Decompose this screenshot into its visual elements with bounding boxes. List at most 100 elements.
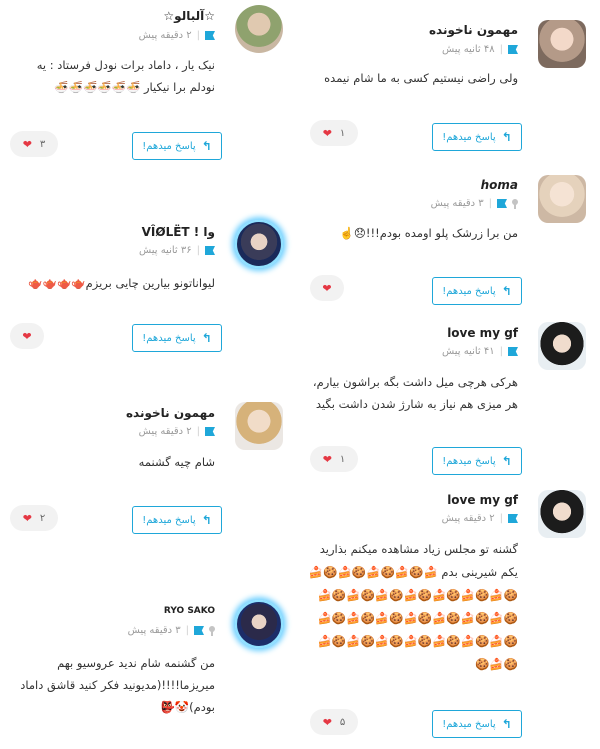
comment-card: love my gf | ۴۱ ثانیه پیش هرکی هرچی میل …	[300, 315, 600, 485]
heart-icon: ❤	[322, 126, 332, 140]
comment-text: لیواناتونو بیارین چایی بریزم🫖🫖🫖🫖	[28, 276, 215, 290]
like-button[interactable]: ❤ ۳	[10, 131, 58, 157]
comment-author[interactable]: مهمون ناخونده	[126, 406, 215, 420]
flag-icon	[205, 246, 215, 255]
comment-time: ۳ دقیقه پیش	[430, 198, 484, 209]
comment-meta: | ۳ دقیقه پیش	[431, 198, 518, 209]
flag-icon	[205, 427, 215, 436]
comment-author[interactable]: RYO SAKO	[164, 606, 215, 616]
comment-card: مهمون ناخونده | ۲ دقیقه پیش شام چیه گشنم…	[0, 355, 300, 535]
comment-text: هرکی هرچی میل داشت بگه براشون بیارم، هر …	[312, 375, 518, 411]
like-button[interactable]: ❤ ۲	[10, 505, 58, 531]
reply-button[interactable]: ↰ پاسخ میدهم!	[432, 447, 522, 475]
reply-label: پاسخ میدهم!	[442, 718, 496, 730]
comment-author[interactable]: مهمون ناخونده	[429, 23, 518, 37]
reply-arrow-icon: ↰	[201, 139, 212, 153]
comment-meta: | ۴۱ ثانیه پیش	[442, 346, 518, 357]
heart-icon: ❤	[22, 137, 32, 151]
comment-time: ۲ دقیقه پیش	[138, 426, 192, 437]
comment-card: homa | ۳ دقیقه پیش من برا زرشک پلو اومده…	[300, 160, 600, 315]
reply-arrow-icon: ↰	[501, 284, 512, 298]
comment-author[interactable]: love my gf	[447, 326, 518, 340]
flag-icon	[508, 347, 518, 356]
comment-meta: | ۳ دقیقه پیش	[128, 625, 215, 636]
comments-column-right: مهمون ناخونده | ۴۸ ثانیه پیش ولی راضی نی…	[300, 0, 600, 749]
heart-icon: ❤	[22, 329, 32, 343]
pin-icon	[209, 625, 215, 636]
comment-time: ۲ دقیقه پیش	[138, 30, 192, 41]
like-button[interactable]: ❤	[310, 275, 344, 301]
comment-card: RYO SAKO | ۳ دقیقه پیش من گشنمه شام ندید…	[0, 535, 300, 749]
like-button[interactable]: ❤ ۵	[310, 709, 358, 735]
avatar[interactable]	[538, 20, 586, 68]
reply-button[interactable]: ↰ پاسخ میدهم!	[432, 710, 522, 738]
avatar[interactable]	[235, 5, 283, 53]
flag-icon	[508, 45, 518, 54]
comment-meta: | ۲ دقیقه پیش	[139, 30, 215, 41]
comment-author[interactable]: وا ! VÎØLËT	[142, 225, 215, 239]
avatar[interactable]	[235, 402, 283, 450]
reply-arrow-icon: ↰	[501, 454, 512, 468]
comment-card: love my gf | ۲ دقیقه پیش گشنه تو مجلس زی…	[300, 485, 600, 749]
flag-icon	[205, 31, 215, 40]
like-button[interactable]: ❤	[10, 323, 44, 349]
reply-button[interactable]: ↰ پاسخ میدهم!	[432, 277, 522, 305]
reply-label: پاسخ میدهم!	[442, 285, 496, 297]
pin-icon	[512, 198, 518, 209]
comment-meta: | ۴۸ ثانیه پیش	[442, 44, 518, 55]
heart-icon: ❤	[322, 452, 332, 466]
heart-icon: ❤	[22, 511, 32, 525]
comment-time: ۳۶ ثانیه پیش	[138, 245, 192, 256]
reply-arrow-icon: ↰	[501, 130, 512, 144]
avatar[interactable]	[538, 175, 586, 223]
reply-label: پاسخ میدهم!	[142, 332, 196, 344]
comment-author[interactable]: ☆آلبالو☆	[163, 9, 215, 23]
reply-button[interactable]: ↰ پاسخ میدهم!	[132, 132, 222, 160]
heart-icon: ❤	[322, 281, 332, 295]
avatar[interactable]	[235, 600, 283, 648]
comment-text: ولی راضی نیستیم کسی به ما شام نیمده	[324, 71, 518, 85]
avatar[interactable]	[235, 220, 283, 268]
like-count: ۳	[39, 138, 46, 150]
reply-label: پاسخ میدهم!	[442, 455, 496, 467]
comments-column-left: ☆آلبالو☆ | ۲ دقیقه پیش نیک یار ، داماد ب…	[0, 0, 300, 749]
avatar[interactable]	[538, 490, 586, 538]
reply-label: پاسخ میدهم!	[442, 131, 496, 143]
reply-label: پاسخ میدهم!	[142, 514, 196, 526]
reply-arrow-icon: ↰	[201, 513, 212, 527]
comment-text: نیک یار ، داماد برات نودل فرستاد : یه نو…	[36, 58, 215, 94]
like-button[interactable]: ❤ ۱	[310, 120, 358, 146]
flag-icon	[508, 514, 518, 523]
comment-text: من برا زرشک پلو اومده بودم!!!😞☝️	[339, 226, 518, 240]
comment-time: ۴۱ ثانیه پیش	[441, 346, 495, 357]
reply-arrow-icon: ↰	[201, 331, 212, 345]
comment-time: ۲ دقیقه پیش	[441, 513, 495, 524]
comment-card: وا ! VÎØLËT | ۳۶ ثانیه پیش لیواناتونو بی…	[0, 175, 300, 355]
like-count: ۱	[339, 453, 346, 465]
flag-icon	[497, 199, 507, 208]
reply-label: پاسخ میدهم!	[142, 140, 196, 152]
reply-button[interactable]: ↰ پاسخ میدهم!	[432, 123, 522, 151]
comment-author[interactable]: homa	[481, 178, 518, 192]
comment-time: ۳ دقیقه پیش	[127, 625, 181, 636]
comment-text: گشنه تو مجلس زیاد مشاهده میکنم بذارید یک…	[308, 542, 518, 671]
like-count: ۱	[339, 127, 346, 139]
flag-icon	[194, 626, 204, 635]
comment-card: ☆آلبالو☆ | ۲ دقیقه پیش نیک یار ، داماد ب…	[0, 0, 300, 175]
reply-button[interactable]: ↰ پاسخ میدهم!	[132, 324, 222, 352]
heart-icon: ❤	[322, 715, 332, 729]
like-count: ۲	[39, 512, 46, 524]
reply-button[interactable]: ↰ پاسخ میدهم!	[132, 506, 222, 534]
avatar[interactable]	[538, 322, 586, 370]
comment-meta: | ۲ دقیقه پیش	[139, 426, 215, 437]
comment-author[interactable]: love my gf	[447, 493, 518, 507]
comment-card: مهمون ناخونده | ۴۸ ثانیه پیش ولی راضی نی…	[300, 0, 600, 160]
comment-text: شام چیه گشنمه	[138, 455, 215, 469]
comment-meta: | ۳۶ ثانیه پیش	[139, 245, 215, 256]
like-button[interactable]: ❤ ۱	[310, 446, 358, 472]
comment-text: من گشنمه شام ندید عروسیو بهم میریزما!!!!…	[20, 656, 215, 714]
like-count: ۵	[339, 716, 346, 728]
comment-meta: | ۲ دقیقه پیش	[442, 513, 518, 524]
comment-time: ۴۸ ثانیه پیش	[441, 44, 495, 55]
reply-arrow-icon: ↰	[501, 717, 512, 731]
